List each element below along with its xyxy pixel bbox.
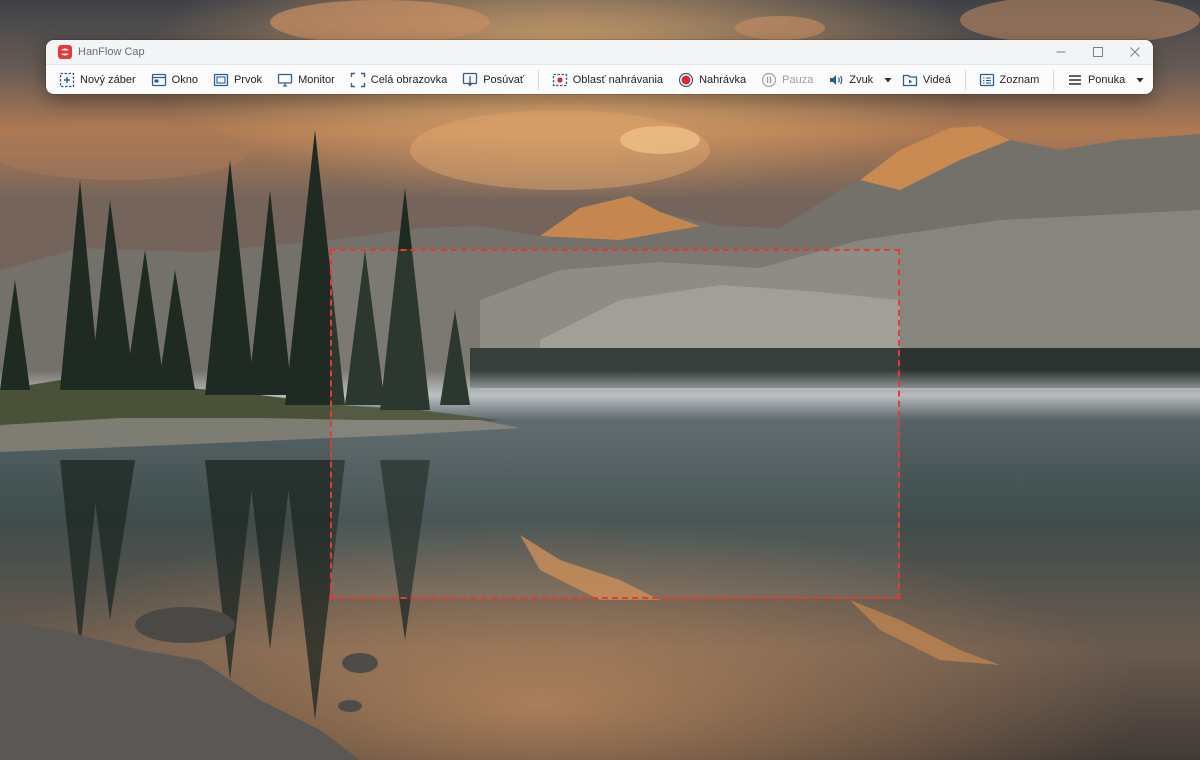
- app-logo-icon: [58, 45, 72, 59]
- speaker-icon: [827, 71, 845, 89]
- new-capture-label: Nový záber: [80, 74, 136, 86]
- sound-button[interactable]: Zvuk: [823, 67, 877, 93]
- caret-down-icon: [884, 78, 892, 83]
- record-area-icon: [551, 71, 569, 89]
- minimize-button[interactable]: [1042, 40, 1079, 64]
- close-icon: [1129, 47, 1140, 57]
- window-icon: [150, 71, 168, 89]
- new-capture-icon: [58, 71, 76, 89]
- monitor-capture-button[interactable]: Monitor: [272, 67, 339, 93]
- videos-label: Videá: [922, 74, 951, 86]
- minimize-icon: [1056, 51, 1065, 53]
- monitor-icon: [276, 71, 294, 89]
- maximize-icon: [1092, 47, 1103, 57]
- new-capture-button[interactable]: Nový záber: [54, 67, 140, 93]
- window-capture-button[interactable]: Okno: [146, 67, 202, 93]
- record-button[interactable]: Nahrávka: [673, 67, 750, 93]
- sound-dropdown-button[interactable]: [883, 67, 893, 93]
- scroll-icon: [461, 71, 479, 89]
- scroll-capture-label: Posúvať: [483, 74, 525, 86]
- pause-button[interactable]: Pauza: [756, 67, 817, 93]
- toolbar-separator: [538, 70, 539, 90]
- monitor-capture-label: Monitor: [298, 74, 335, 86]
- app-title: HanFlow Cap: [78, 46, 145, 58]
- element-icon: [212, 71, 230, 89]
- list-icon: [978, 71, 996, 89]
- record-area-button[interactable]: Oblasť nahrávania: [547, 67, 667, 93]
- maximize-button[interactable]: [1079, 40, 1116, 64]
- capture-selection-region[interactable]: [330, 249, 900, 599]
- toolbar-separator: [964, 70, 966, 90]
- videos-button[interactable]: Videá: [897, 67, 955, 93]
- scroll-capture-button[interactable]: Posúvať: [457, 67, 528, 93]
- menu-label: Ponuka: [1087, 74, 1126, 86]
- record-area-label: Oblasť nahrávania: [572, 74, 664, 86]
- element-capture-label: Prvok: [233, 74, 263, 86]
- video-folder-icon: [901, 71, 919, 89]
- menu-button[interactable]: Ponuka: [1062, 67, 1129, 93]
- record-label: Nahrávka: [699, 74, 747, 86]
- sound-label: Zvuk: [849, 74, 874, 86]
- capture-toolbar: Nový záber Okno Prvok Monitor Celá obraz…: [46, 64, 1153, 94]
- close-button[interactable]: [1116, 40, 1153, 64]
- title-bar[interactable]: HanFlow Cap: [46, 40, 1153, 64]
- app-window: HanFlow Cap Nový záber Okno Prvok Monito…: [46, 40, 1153, 94]
- element-capture-button[interactable]: Prvok: [208, 67, 266, 93]
- window-capture-label: Okno: [171, 74, 198, 86]
- pause-icon: [760, 71, 778, 89]
- caret-down-icon: [1136, 78, 1144, 83]
- full-screen-capture-label: Celá obrazovka: [370, 74, 448, 86]
- toolbar-separator: [1053, 70, 1054, 90]
- list-button[interactable]: Zoznam: [974, 67, 1044, 93]
- full-screen-icon: [349, 71, 367, 89]
- hamburger-menu-icon: [1066, 71, 1084, 89]
- full-screen-capture-button[interactable]: Celá obrazovka: [345, 67, 451, 93]
- record-icon: [677, 71, 695, 89]
- toolbar-overflow-dropdown[interactable]: [1135, 67, 1145, 93]
- list-label: Zoznam: [999, 74, 1040, 86]
- pause-label: Pauza: [782, 74, 814, 86]
